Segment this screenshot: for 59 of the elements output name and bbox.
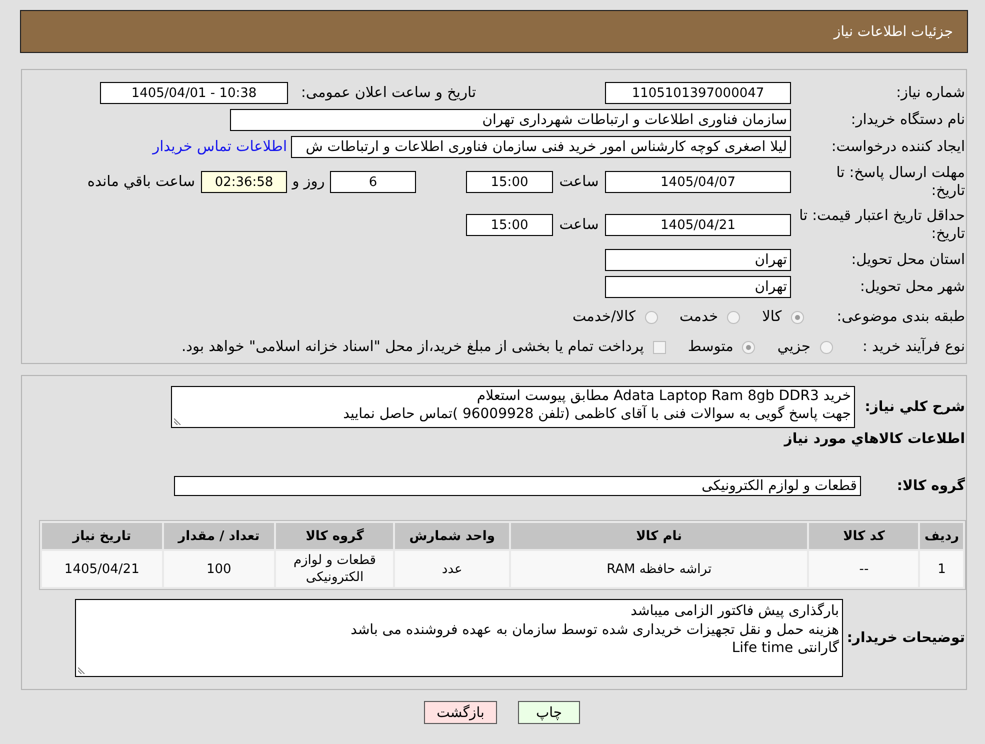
table-cell: تراشه حافظه RAM bbox=[510, 551, 808, 587]
section-heading: اطلاعات کالاهاي مورد نیاز bbox=[782, 431, 965, 448]
deadline-time-field[interactable]: 15:00 bbox=[466, 171, 553, 193]
validity-date-field[interactable]: 1405/04/21 bbox=[605, 214, 791, 236]
days-field[interactable]: 6 bbox=[330, 171, 416, 193]
column-header: ردیف bbox=[920, 523, 963, 549]
city-field[interactable]: تهران bbox=[605, 276, 791, 298]
page-title: جزئیات اطلاعات نیاز bbox=[834, 24, 953, 40]
table-cell: 1405/04/21 bbox=[42, 551, 162, 587]
field-label: ساعت bbox=[559, 174, 599, 190]
option-label: جزیي bbox=[777, 339, 811, 355]
option-label: کالا/خدمت bbox=[572, 309, 636, 325]
field-label: نوع فرآیند خرید : bbox=[862, 339, 965, 355]
column-header: گروه کالا bbox=[276, 523, 394, 549]
field-label: نام دستگاه خریدار: bbox=[850, 112, 965, 128]
buyer-contact-link[interactable]: اطلاعات تماس خریدار bbox=[152, 139, 287, 155]
province-field[interactable]: تهران bbox=[605, 249, 791, 271]
field-label: ایجاد کننده درخواست: bbox=[831, 139, 965, 155]
field-label: ساعت bbox=[559, 217, 599, 233]
need-number-field[interactable]: 1105101397000047 bbox=[605, 82, 791, 104]
column-header: نام کالا bbox=[510, 523, 808, 549]
validity-time-field[interactable]: 15:00 bbox=[466, 214, 553, 236]
deadline-date-field[interactable]: 1405/04/07 bbox=[605, 171, 791, 193]
remaining-time-field[interactable]: 02:36:58 bbox=[201, 171, 287, 193]
requester-field[interactable]: لیلا اصغری کوچه کارشناس امور خرید فنی سازمان فناوری اطلاعات و ارتباطات ش bbox=[291, 136, 791, 158]
table-cell: 100 bbox=[164, 551, 274, 587]
column-header: واحد شمارش bbox=[395, 523, 509, 549]
goods-group-field[interactable]: قطعات و لوازم الکترونیکی bbox=[174, 476, 861, 496]
option-label: پرداخت تمام یا بخشی از مبلغ خرید،از محل "اسناد خزانه اسلامی" خواهد بود. bbox=[181, 339, 644, 355]
resize-grip-icon[interactable] bbox=[174, 418, 181, 425]
option-label: خدمت bbox=[680, 309, 718, 325]
field-label: شهر محل تحویل: bbox=[860, 279, 965, 295]
field-label: شماره نیاز: bbox=[896, 85, 965, 101]
field-label: شرح کلي نیاز: bbox=[864, 399, 965, 415]
notes-field[interactable]: بارگذاری پیش فاکتور الزامی میباشد هزینه حمل و نقل تجهیزات خریداری شده توسط سازمان به عهده فروشنده می باشد گارانتی Life time bbox=[75, 599, 843, 677]
print-button[interactable]: چاپ bbox=[518, 701, 580, 724]
field-label: ساعت باقي مانده bbox=[87, 174, 195, 190]
field-label: تاریخ و ساعت اعلان عمومی: bbox=[301, 85, 476, 101]
table-cell: 1 bbox=[920, 551, 963, 587]
back-button[interactable]: بازگشت bbox=[424, 701, 497, 724]
field-label: طبقه بندی موضوعی: bbox=[836, 309, 965, 325]
column-header: کد کالا bbox=[809, 523, 918, 549]
resize-grip-icon[interactable] bbox=[78, 667, 85, 674]
buyer-organization-field[interactable]: سازمان فناوری اطلاعات و ارتباطات شهرداری تهران bbox=[230, 109, 791, 131]
table-cell: عدد bbox=[395, 551, 509, 587]
field-label: مهلت ارسال پاسخ: تا تاریخ: bbox=[835, 164, 965, 200]
option-label: کالا bbox=[762, 309, 782, 325]
field-label: گروه کالا: bbox=[896, 478, 965, 494]
option-label: متوسط bbox=[688, 339, 734, 355]
announcement-date-field[interactable]: 1405/04/01 - 10:38 bbox=[100, 82, 288, 104]
field-label: روز و bbox=[292, 174, 325, 190]
field-label: استان محل تحویل: bbox=[851, 252, 965, 268]
description-field[interactable]: خرید Adata Laptop Ram 8gb DDR3 مطابق پیوست استعلام جهت پاسخ گویی به سوالات فنی با آقای کاظمی (تلفن 96009928 )تماس حاصل نمایید bbox=[171, 386, 855, 428]
table-cell: قطعات و لوازم الکترونیکی bbox=[276, 551, 394, 587]
table-cell: -- bbox=[809, 551, 918, 587]
column-header: تعداد / مقدار bbox=[164, 523, 274, 549]
field-label: توضیحات خریدار: bbox=[846, 630, 965, 646]
column-header: تاریخ نیاز bbox=[42, 523, 162, 549]
field-label: حداقل تاریخ اعتبار قیمت: تا تاریخ: bbox=[798, 207, 965, 243]
